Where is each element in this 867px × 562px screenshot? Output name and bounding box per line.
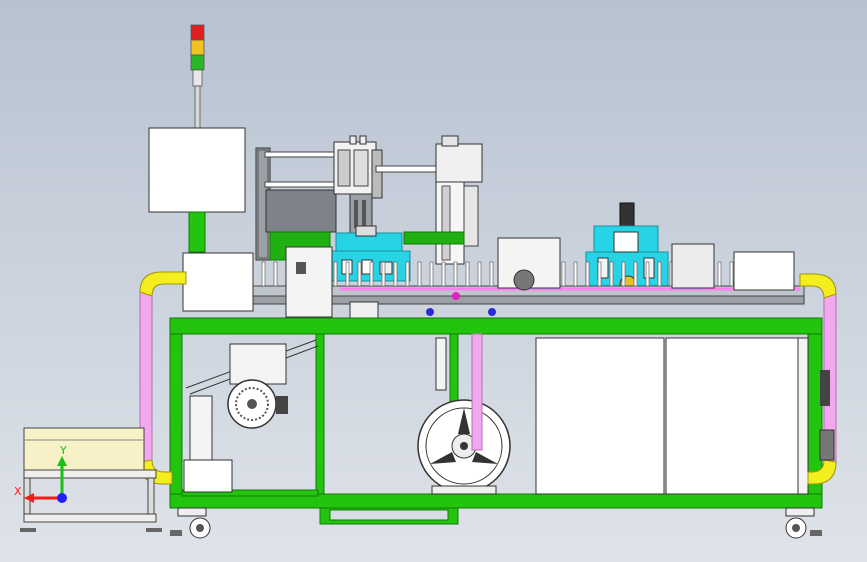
conveyor-pin [729,261,734,287]
casters [170,507,822,539]
control-cabinet [148,127,246,253]
conveyor-pin [381,261,386,287]
conveyor-pin [465,261,470,287]
conveyor-pin [645,261,650,287]
tower-light-red [190,24,205,41]
conveyor-pin [333,261,338,287]
conveyor-pin [273,261,278,287]
conveyor-pin [369,261,374,287]
conveyor-pin [453,261,458,287]
conveyor-pin [429,261,434,287]
collection-bin [20,427,162,532]
conveyor-pin [417,261,422,287]
machine-drawing: Y X [14,24,837,539]
conveyor-pin [585,261,590,287]
cad-viewport[interactable]: Y X [0,0,867,562]
conveyor-pin [633,261,638,287]
conveyor-pin [573,261,578,287]
conveyor-pin [357,261,362,287]
signal-tower [190,24,205,129]
tower-light-green [190,54,205,71]
conveyor-pin [261,261,266,287]
conveyor-pin [609,261,614,287]
x-axis-label: X [14,485,22,498]
large-blower [417,337,511,495]
conveyor-pin [597,261,602,287]
conveyor-pin [621,261,626,287]
conveyor-pin [561,261,566,287]
conveyor-pin [657,261,662,287]
conveyor-pin [345,261,350,287]
z-axis-dot [57,493,67,503]
conveyor-pin [489,261,494,287]
conveyor-pin [393,261,398,287]
conveyor-pin [441,261,446,287]
conveyor-pin [405,261,410,287]
y-axis-label: Y [59,444,67,457]
conveyor-pin [717,261,722,287]
conveyor-pin [477,261,482,287]
tower-light-yellow [190,39,205,56]
